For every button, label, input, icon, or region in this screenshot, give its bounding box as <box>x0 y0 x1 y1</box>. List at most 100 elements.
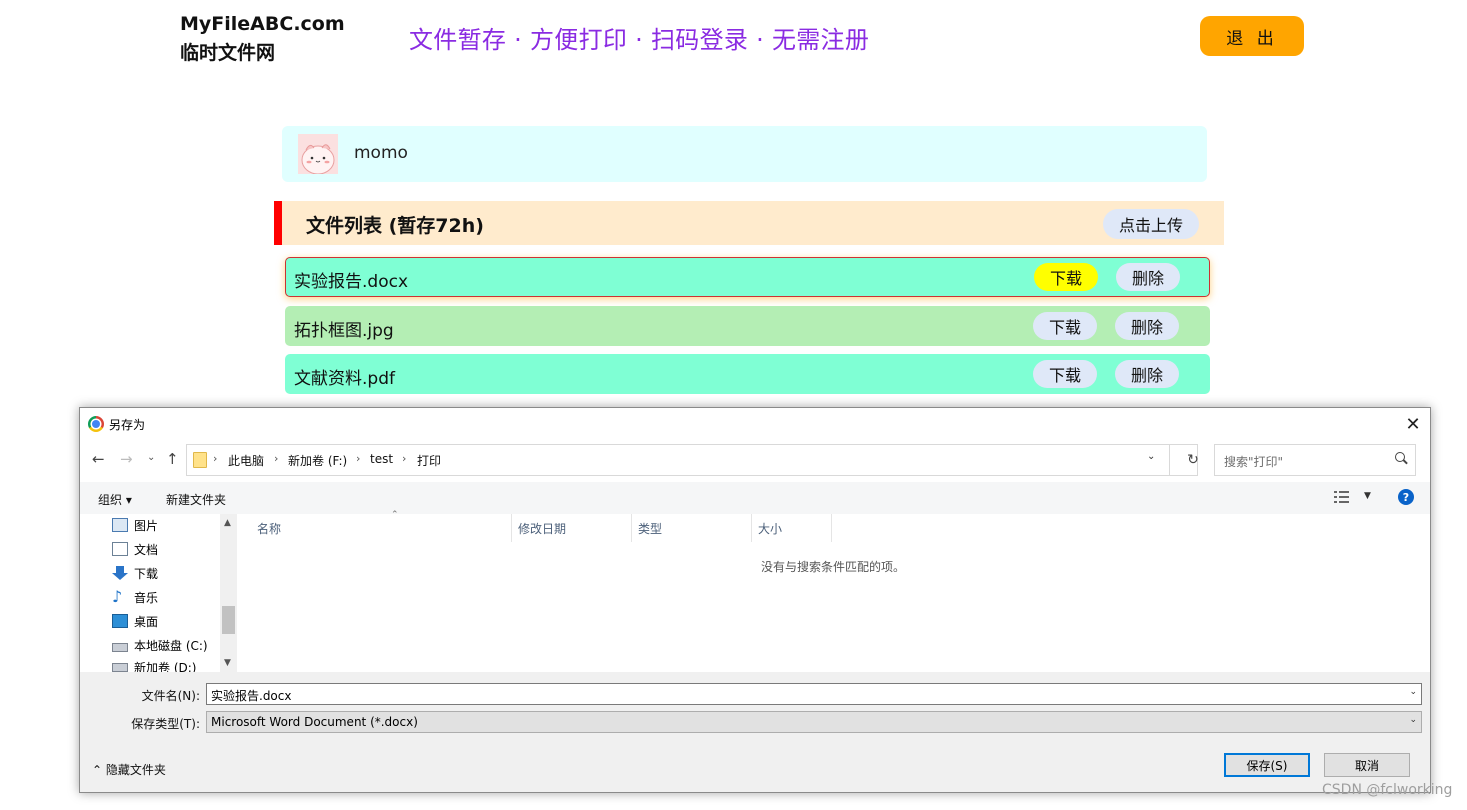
watermark: CSDN @fclworking <box>1322 782 1453 798</box>
breadcrumb-item[interactable]: test <box>370 452 393 466</box>
empty-message: 没有与搜索条件匹配的项。 <box>760 560 905 574</box>
scroll-down-icon[interactable]: ▼ <box>224 658 231 668</box>
site-logo[interactable]: MyFileABC.com 临时文件网 <box>180 10 345 68</box>
organize-menu[interactable]: 组织 ▾ <box>98 491 132 508</box>
help-icon[interactable]: ? <box>1398 489 1414 505</box>
filetype-select[interactable]: Microsoft Word Document (*.docx) ⌄ <box>206 711 1422 733</box>
chrome-icon <box>88 416 104 432</box>
filetype-label: 保存类型(T): <box>131 717 200 731</box>
nav-item-label: 图片 <box>134 518 159 533</box>
download-button[interactable]: 下载 <box>1033 312 1097 340</box>
desktop-icon <box>112 614 128 628</box>
view-options-caret-icon[interactable]: ▼ <box>1364 491 1371 501</box>
column-header-name[interactable]: ⌃ 名称 <box>251 510 512 542</box>
file-row: 实验报告.docx 下载 删除 <box>285 257 1210 297</box>
nav-item-desktop[interactable]: 桌面 <box>112 611 158 631</box>
search-input[interactable]: 搜索"打印" <box>1214 444 1416 476</box>
file-pane: ⌃ 名称 修改日期 类型 大小 没有与搜索条件匹配的项。 <box>237 510 1429 672</box>
up-arrow-icon[interactable]: ↑ <box>166 450 179 468</box>
documents-icon <box>112 542 128 556</box>
nav-item-label: 音乐 <box>134 590 159 605</box>
navigation-pane: 图片 文档 下载 ♪ 音乐 桌面 本地磁盘 (C:) 新加卷 (D:) ▲ ▼ <box>80 514 237 672</box>
file-row: 拓扑框图.jpg 下载 删除 <box>285 306 1210 346</box>
download-button[interactable]: 下载 <box>1034 263 1098 291</box>
filename-value: 实验报告.docx <box>211 689 292 703</box>
dialog-title: 另存为 <box>109 418 146 432</box>
chevron-down-icon[interactable]: ⌄ <box>1409 687 1417 697</box>
search-placeholder: 搜索"打印" <box>1224 455 1284 469</box>
breadcrumb-item[interactable]: 此电脑 <box>228 452 264 469</box>
scroll-thumb[interactable] <box>222 606 235 634</box>
nav-item-drive-d[interactable]: 新加卷 (D:) <box>112 659 196 672</box>
breadcrumb-item[interactable]: 打印 <box>417 452 441 469</box>
back-arrow-icon[interactable]: ← <box>92 450 105 468</box>
nav-item-label: 文档 <box>134 542 159 557</box>
close-icon[interactable]: ✕ <box>1401 412 1425 436</box>
avatar <box>298 134 338 174</box>
cancel-button[interactable]: 取消 <box>1324 753 1410 777</box>
column-header-modified[interactable]: 修改日期 <box>512 514 632 542</box>
chevron-down-icon[interactable]: ⌄ <box>1147 451 1155 462</box>
file-list-header: 文件列表 (暂存72h) 点击上传 <box>274 201 1224 245</box>
nav-item-downloads[interactable]: 下载 <box>112 563 158 583</box>
nav-scrollbar[interactable]: ▲ ▼ <box>220 514 237 672</box>
recent-locations-icon[interactable]: ⌄ <box>147 452 155 463</box>
drive-icon <box>112 642 128 652</box>
delete-button[interactable]: 删除 <box>1116 263 1180 291</box>
breadcrumb-item[interactable]: 新加卷 (F:) <box>288 452 347 469</box>
address-bar[interactable]: › 此电脑 › 新加卷 (F:) › test › 打印 ⌄ ↻ <box>186 444 1199 476</box>
save-button[interactable]: 保存(S) <box>1224 753 1310 777</box>
file-name: 文献资料.pdf <box>294 369 395 389</box>
file-row: 文献资料.pdf 下载 删除 <box>285 354 1210 394</box>
save-as-dialog: 另存为 ✕ ← → ⌄ ↑ › 此电脑 › 新加卷 (F:) › test › … <box>79 407 1431 793</box>
accent-bar <box>274 201 282 245</box>
nav-item-pictures[interactable]: 图片 <box>112 515 158 535</box>
column-header-label: 名称 <box>257 521 282 536</box>
download-button[interactable]: 下载 <box>1033 360 1097 388</box>
chevron-right-icon[interactable]: › <box>274 452 278 465</box>
user-card: momo <box>282 126 1207 182</box>
chevron-right-icon[interactable]: › <box>402 452 406 465</box>
username: momo <box>354 143 408 163</box>
chevron-up-icon: ⌃ <box>92 763 103 777</box>
scroll-up-icon[interactable]: ▲ <box>224 518 231 528</box>
upload-button[interactable]: 点击上传 <box>1103 209 1199 239</box>
dialog-navbar: ← → ⌄ ↑ › 此电脑 › 新加卷 (F:) › test › 打印 ⌄ ↻… <box>80 440 1430 480</box>
column-header-type[interactable]: 类型 <box>632 514 752 542</box>
logo-domain: MyFileABC.com <box>180 13 345 35</box>
forward-arrow-icon[interactable]: → <box>120 450 133 468</box>
nav-item-documents[interactable]: 文档 <box>112 539 158 559</box>
download-arrow-icon <box>112 566 128 580</box>
column-header-label: 类型 <box>638 521 663 536</box>
search-icon[interactable] <box>1395 452 1405 462</box>
delete-button[interactable]: 删除 <box>1115 360 1179 388</box>
new-folder-button[interactable]: 新建文件夹 <box>166 491 226 508</box>
delete-button[interactable]: 删除 <box>1115 312 1179 340</box>
file-name: 拓扑框图.jpg <box>294 321 394 341</box>
dialog-titlebar[interactable]: 另存为 ✕ <box>80 408 1430 440</box>
sort-ascending-icon: ⌃ <box>391 510 399 520</box>
view-details-icon[interactable] <box>1334 491 1350 503</box>
logout-button[interactable]: 退 出 <box>1200 16 1304 56</box>
hide-folders-toggle[interactable]: ⌃ 隐藏文件夹 <box>92 761 166 778</box>
refresh-icon[interactable]: ↻ <box>1169 445 1216 475</box>
chevron-right-icon[interactable]: › <box>356 452 360 465</box>
nav-item-drive-c[interactable]: 本地磁盘 (C:) <box>112 635 208 655</box>
filetype-value: Microsoft Word Document (*.docx) <box>211 715 418 729</box>
file-list-title: 文件列表 (暂存72h) <box>306 215 484 237</box>
nav-item-music[interactable]: ♪ 音乐 <box>112 587 158 607</box>
nav-item-label: 下载 <box>134 566 159 581</box>
column-header-label: 大小 <box>758 521 783 536</box>
dialog-footer: 文件名(N): 实验报告.docx ⌄ 保存类型(T): Microsoft W… <box>80 672 1430 792</box>
nav-item-label: 新加卷 (D:) <box>134 661 197 672</box>
column-header-size[interactable]: 大小 <box>752 514 832 542</box>
chevron-down-icon[interactable]: ⌄ <box>1409 715 1417 725</box>
nav-item-label: 本地磁盘 (C:) <box>134 638 208 653</box>
chevron-right-icon: › <box>213 452 218 465</box>
filename-field[interactable]: 实验报告.docx ⌄ <box>206 683 1422 705</box>
hide-folders-label: 隐藏文件夹 <box>105 763 166 777</box>
file-name: 实验报告.docx <box>294 272 409 292</box>
music-note-icon: ♪ <box>112 587 123 606</box>
drive-icon <box>112 663 128 672</box>
folder-icon <box>193 452 207 468</box>
